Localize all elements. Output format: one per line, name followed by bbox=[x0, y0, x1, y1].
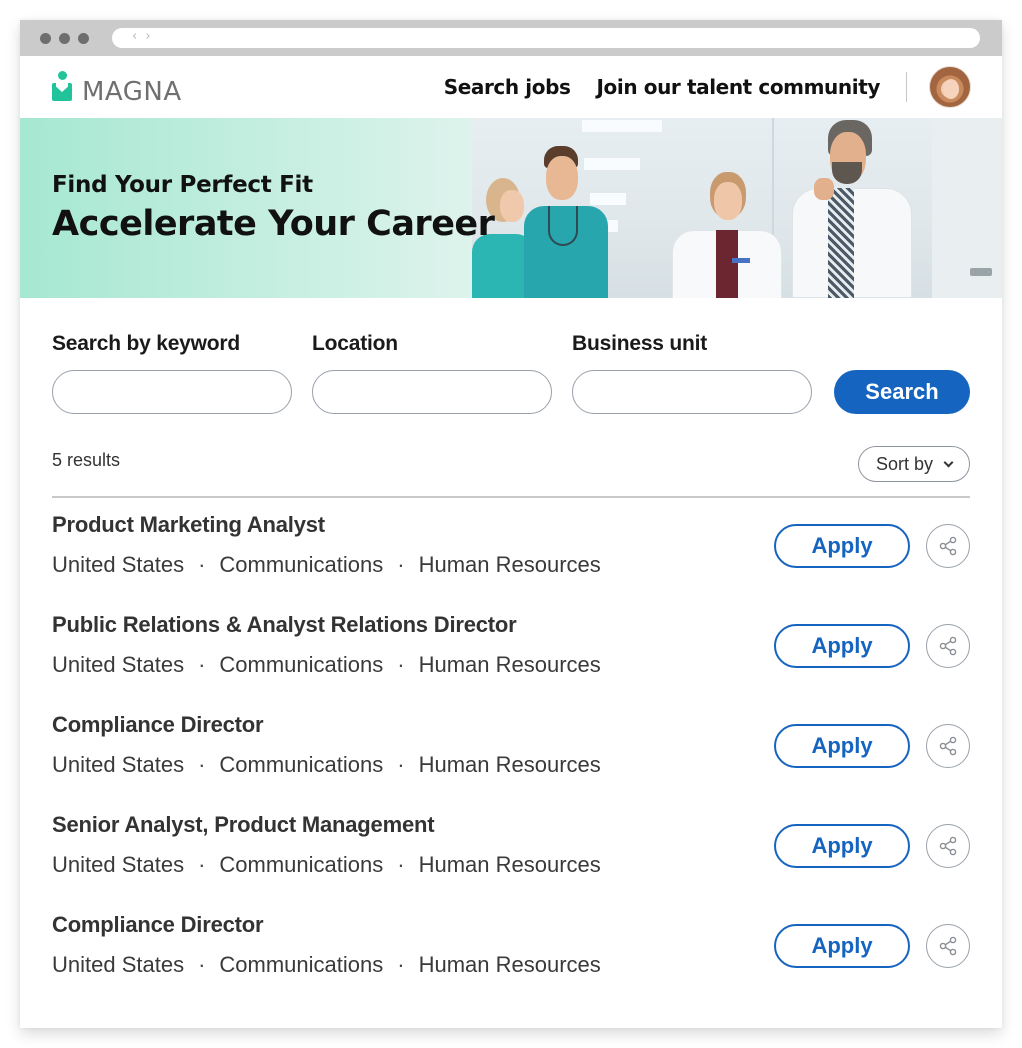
share-icon bbox=[939, 836, 957, 856]
job-function: Human Resources bbox=[418, 752, 601, 777]
site-header: MAGNA Search jobs Join our talent commun… bbox=[20, 56, 1002, 118]
job-row: Compliance Director United States · Comm… bbox=[20, 904, 1002, 1004]
results-divider bbox=[52, 496, 970, 498]
window-controls bbox=[40, 33, 89, 44]
job-meta: United States · Communications · Human R… bbox=[52, 952, 601, 978]
job-location: United States bbox=[52, 952, 185, 977]
share-icon bbox=[939, 536, 957, 556]
job-meta: United States · Communications · Human R… bbox=[52, 852, 601, 878]
back-forward-icon[interactable]: ‹ › bbox=[132, 29, 153, 44]
meta-separator: · bbox=[198, 652, 206, 677]
nav-divider bbox=[906, 72, 907, 102]
job-function: Human Resources bbox=[418, 952, 601, 977]
share-button[interactable] bbox=[926, 824, 970, 868]
business-unit-input[interactable] bbox=[572, 370, 812, 414]
results-toolbar: 5 results Sort by bbox=[20, 438, 1002, 504]
meta-separator: · bbox=[397, 952, 405, 977]
job-location: United States bbox=[52, 652, 185, 677]
meta-separator: · bbox=[397, 852, 405, 877]
job-title-link[interactable]: Public Relations & Analyst Relations Dir… bbox=[52, 612, 517, 638]
job-row: Public Relations & Analyst Relations Dir… bbox=[20, 604, 1002, 704]
search-button[interactable]: Search bbox=[834, 370, 970, 414]
meta-separator: · bbox=[198, 852, 206, 877]
meta-separator: · bbox=[397, 552, 405, 577]
apply-button[interactable]: Apply bbox=[774, 824, 910, 868]
job-list: Product Marketing Analyst United States … bbox=[20, 504, 1002, 1004]
share-icon bbox=[939, 936, 957, 956]
job-meta: United States · Communications · Human R… bbox=[52, 652, 601, 678]
browser-chrome: ‹ › bbox=[20, 20, 1002, 56]
hero-title: Accelerate Your Career bbox=[52, 204, 495, 244]
sort-label: Sort by bbox=[875, 453, 934, 474]
keyword-field: Search by keyword bbox=[52, 332, 292, 414]
job-location: United States bbox=[52, 552, 185, 577]
hero-image bbox=[472, 118, 1002, 298]
business-unit-label: Business unit bbox=[572, 332, 708, 355]
job-row: Compliance Director United States · Comm… bbox=[20, 704, 1002, 804]
window-dot-maximize[interactable] bbox=[78, 33, 89, 44]
location-field: Location bbox=[312, 332, 552, 414]
apply-button[interactable]: Apply bbox=[774, 624, 910, 668]
share-button[interactable] bbox=[926, 524, 970, 568]
job-function: Human Resources bbox=[418, 652, 601, 677]
meta-separator: · bbox=[397, 652, 405, 677]
results-count: 5 results bbox=[52, 450, 121, 470]
job-department: Communications bbox=[219, 952, 384, 977]
apply-button[interactable]: Apply bbox=[774, 924, 910, 968]
meta-separator: · bbox=[198, 752, 206, 777]
job-meta: United States · Communications · Human R… bbox=[52, 752, 601, 778]
apply-button[interactable]: Apply bbox=[774, 724, 910, 768]
location-label: Location bbox=[312, 332, 398, 355]
job-title-link[interactable]: Compliance Director bbox=[52, 912, 264, 938]
job-search-form: Search by keyword Location Business unit… bbox=[20, 298, 1002, 438]
job-function: Human Resources bbox=[418, 852, 601, 877]
hero-subtitle: Find Your Perfect Fit bbox=[52, 172, 313, 198]
job-department: Communications bbox=[219, 552, 384, 577]
job-department: Communications bbox=[219, 852, 384, 877]
job-title-link[interactable]: Product Marketing Analyst bbox=[52, 512, 325, 538]
nav-talent-community[interactable]: Join our talent community bbox=[597, 75, 881, 99]
avatar-face-icon bbox=[943, 79, 959, 99]
job-title-link[interactable]: Senior Analyst, Product Management bbox=[52, 812, 435, 838]
window-dot-minimize[interactable] bbox=[59, 33, 70, 44]
job-meta: United States · Communications · Human R… bbox=[52, 552, 601, 578]
window-dot-close[interactable] bbox=[40, 33, 51, 44]
magna-logo-icon bbox=[52, 71, 72, 105]
nav-search-jobs[interactable]: Search jobs bbox=[444, 75, 571, 99]
meta-separator: · bbox=[198, 952, 206, 977]
job-row: Product Marketing Analyst United States … bbox=[20, 504, 1002, 604]
keyword-label: Search by keyword bbox=[52, 332, 241, 355]
job-title-link[interactable]: Compliance Director bbox=[52, 712, 264, 738]
share-button[interactable] bbox=[926, 924, 970, 968]
share-button[interactable] bbox=[926, 624, 970, 668]
share-icon bbox=[939, 636, 957, 656]
location-input[interactable] bbox=[312, 370, 552, 414]
meta-separator: · bbox=[198, 552, 206, 577]
share-button[interactable] bbox=[926, 724, 970, 768]
main-nav: Search jobs Join our talent community bbox=[444, 56, 1002, 118]
job-location: United States bbox=[52, 752, 185, 777]
share-icon bbox=[939, 736, 957, 756]
job-department: Communications bbox=[219, 752, 384, 777]
chevron-down-icon bbox=[943, 457, 954, 467]
user-avatar[interactable] bbox=[929, 66, 971, 108]
browser-window: ‹ › MAGNA Search jobs Join our talent co… bbox=[20, 20, 1002, 1028]
logo-text: MAGNA bbox=[82, 77, 182, 107]
job-row: Senior Analyst, Product Management Unite… bbox=[20, 804, 1002, 904]
job-location: United States bbox=[52, 852, 185, 877]
address-bar[interactable]: ‹ › bbox=[112, 28, 980, 48]
hero-banner: Find Your Perfect Fit Accelerate Your Ca… bbox=[20, 118, 1002, 298]
meta-separator: · bbox=[397, 752, 405, 777]
business-unit-field: Business unit bbox=[572, 332, 812, 414]
sort-dropdown[interactable]: Sort by bbox=[858, 446, 970, 482]
job-function: Human Resources bbox=[418, 552, 601, 577]
magna-logo[interactable]: MAGNA bbox=[52, 69, 182, 107]
keyword-input[interactable] bbox=[52, 370, 292, 414]
job-department: Communications bbox=[219, 652, 384, 677]
apply-button[interactable]: Apply bbox=[774, 524, 910, 568]
